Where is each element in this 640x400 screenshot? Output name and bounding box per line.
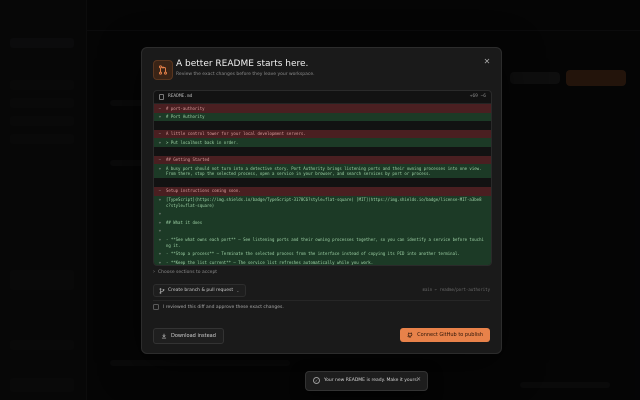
diff-sign: +	[158, 211, 162, 217]
diff-line-text: ## Getting Started	[166, 157, 210, 163]
download-label: Download instead	[171, 333, 216, 339]
approve-label: I reviewed this diff and approve these e…	[163, 304, 284, 310]
git-pull-request-icon	[153, 60, 173, 80]
diff-line-context	[154, 121, 491, 130]
diff-sign: −	[158, 131, 162, 137]
diff-line-added: +	[154, 209, 491, 219]
diff-sign: +	[158, 165, 162, 171]
diff-line-added: + - **Stop a process** — Terminate the se…	[154, 249, 491, 259]
diff-line-added: +	[154, 226, 491, 236]
diff-sign: +	[158, 197, 162, 203]
diff-line-text: - **Stop a process** — Terminate the sel…	[166, 251, 460, 257]
file-icon	[159, 94, 164, 100]
chevron-right-icon: ›	[153, 269, 155, 275]
diff-header: README.md +69 −6	[154, 91, 491, 104]
diff-sign: −	[158, 157, 162, 163]
chevron-down-icon: ⌄	[236, 288, 240, 293]
modal-title: A better README starts here.	[176, 59, 309, 69]
choose-sections-label: Choose sections to accept	[158, 269, 218, 275]
diff-lines: − # port-authority + # Port Authority − A li…	[154, 104, 491, 265]
diff-line-added: + A busy port should not turn into a dete…	[154, 164, 491, 179]
diff-line-text	[166, 228, 491, 234]
diff-line-text: > Put localhost back in order.	[166, 139, 239, 145]
modal-subtitle: Review the exact changes before they lea…	[176, 72, 315, 77]
diff-line-text: [TypeScript](https://img.shields.io/badg…	[166, 197, 482, 208]
toast: ✓ Your new README is ready. Make it your…	[305, 371, 428, 391]
diff-sign: +	[158, 114, 162, 120]
diff-line-text: A busy port should not turn into a detec…	[166, 165, 484, 177]
diff-line-added: + [TypeScript](https://img.shields.io/bad…	[154, 195, 491, 210]
diff-line-removed: − ## Getting Started	[154, 155, 491, 165]
download-icon	[161, 333, 167, 339]
diff-file-name: README.md	[168, 94, 193, 99]
diff-sign: +	[158, 228, 162, 234]
diff-line-text: Setup instructions coming soon.	[166, 188, 241, 194]
choose-sections-toggle[interactable]: › Choose sections to accept	[153, 269, 217, 275]
diff-sign: +	[158, 237, 162, 242]
diff-stats: +69 −6	[469, 94, 486, 99]
toast-text: Your new README is ready. Make it yours.	[324, 377, 419, 383]
diff-line-text: A little control tower for your local de…	[166, 131, 306, 137]
approve-checkbox-row[interactable]: I reviewed this diff and approve these e…	[153, 304, 284, 310]
divider	[153, 300, 490, 301]
diff-line-text	[166, 148, 491, 154]
diff-line-added: + - **Keep the list current** — The servi…	[154, 258, 491, 265]
download-button[interactable]: Download instead	[153, 328, 224, 344]
create-branch-dropdown[interactable]: Create branch & pull request ⌄	[153, 284, 246, 297]
diff-line-text: # Port Authority	[166, 114, 205, 120]
diff-line-text	[166, 180, 491, 186]
toast-close-icon[interactable]: ✕	[416, 376, 421, 383]
approve-checkbox[interactable]	[153, 304, 159, 310]
close-icon[interactable]: ✕	[481, 55, 493, 67]
readme-review-modal: A better README starts here. Review the …	[141, 47, 502, 354]
github-icon	[407, 332, 413, 338]
connect-github-button[interactable]: Connect GitHub to publish	[400, 328, 490, 342]
diff-line-text: ## What it does	[166, 219, 203, 225]
diff-sign: −	[158, 188, 162, 194]
diff-viewer[interactable]: README.md +69 −6 − # port-authority + # Por…	[153, 90, 492, 266]
diff-line-removed: − # port-authority	[154, 104, 491, 113]
diff-line-text	[166, 123, 491, 129]
connect-github-label: Connect GitHub to publish	[417, 332, 483, 338]
diff-line-text: - **See what owns each port** — See list…	[166, 237, 484, 248]
create-branch-label: Create branch & pull request	[168, 288, 234, 293]
diff-line-added: + > Put localhost back in order.	[154, 138, 491, 147]
git-branch-icon	[159, 287, 165, 294]
diff-line-removed: − Setup instructions coming soon.	[154, 186, 491, 196]
diff-line-context	[154, 178, 491, 187]
branch-meta: main ← readme/port-authority	[422, 287, 490, 292]
check-circle-icon: ✓	[313, 377, 320, 384]
diff-line-removed: − A little control tower for your local d…	[154, 129, 491, 139]
diff-line-text	[166, 211, 491, 217]
diff-line-added: + # Port Authority	[154, 112, 491, 122]
diff-sign: −	[158, 105, 162, 111]
diff-sign: +	[158, 139, 162, 145]
diff-line-context	[154, 147, 491, 156]
diff-sign: +	[158, 251, 162, 257]
diff-sign: +	[158, 259, 162, 265]
diff-line-text: - **Keep the list current** — The servic…	[166, 259, 374, 265]
diff-line-added: + - **See what owns each port** — See lis…	[154, 235, 491, 250]
diff-line-text: # port-authority	[166, 105, 205, 111]
diff-line-added: + ## What it does	[154, 218, 491, 227]
diff-sign: +	[158, 219, 162, 225]
